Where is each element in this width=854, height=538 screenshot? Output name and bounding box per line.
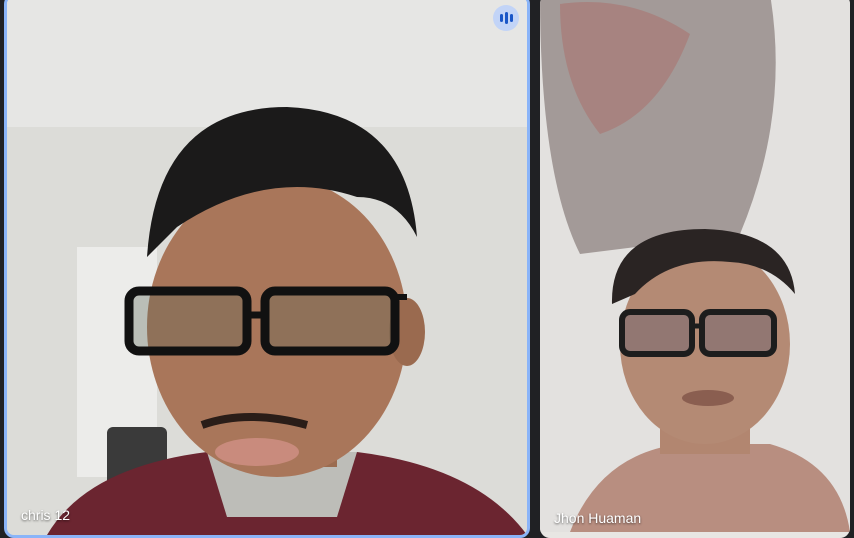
participant-tile-jhon[interactable]: Jhon Huaman [540,0,850,538]
participant-name: Jhon Huaman [554,510,642,526]
participant-tile-chris[interactable]: chris 12 [4,0,530,538]
video-feed [7,0,527,535]
video-feed [540,0,850,532]
participant-name: chris 12 [21,507,71,523]
audio-level-icon [493,5,519,31]
